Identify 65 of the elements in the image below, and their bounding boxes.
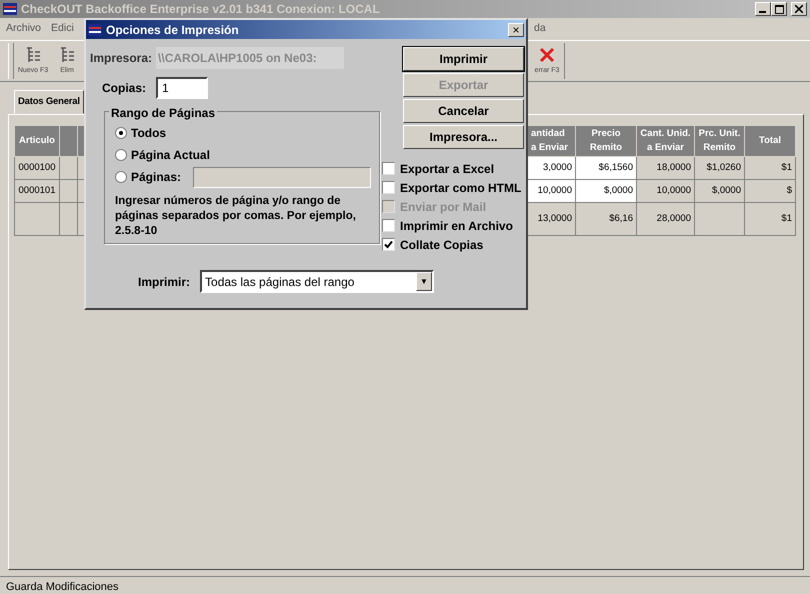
dialog-button[interactable]: Cancelar <box>403 99 524 123</box>
column-header: Cant. Unid. a Enviar <box>636 126 694 157</box>
close-button[interactable]: × <box>508 22 524 36</box>
table-cell: 18,0000 <box>636 156 694 180</box>
column-header: Prc. Unit. Remito <box>694 126 744 157</box>
dialog-button[interactable]: Impresora... <box>403 125 524 149</box>
print-label: Imprimir: <box>138 274 190 290</box>
printer-name: \\CAROLA\HP1005 on Ne03: <box>156 47 344 69</box>
radio-button[interactable] <box>115 127 127 139</box>
table-cell: 3,0000 <box>528 156 576 180</box>
window-title: CheckOUT Backoffice Enterprise v2.01 b341 Conexion: LOCAL <box>21 1 380 18</box>
menu-item[interactable]: Edici <box>51 21 74 37</box>
dialog-button[interactable]: Imprimir <box>403 47 524 71</box>
table-cell: 0000101 <box>14 180 60 203</box>
radio-button[interactable] <box>115 171 127 183</box>
app-icon <box>88 24 102 36</box>
table-cell: 0000100 <box>14 156 60 180</box>
menu-item[interactable]: da <box>534 21 810 37</box>
check-icon <box>384 240 393 249</box>
table-cell: $1,0260 <box>694 156 744 180</box>
table-cell: $1 <box>744 156 796 180</box>
checkbox-label[interactable]: Exportar a Excel <box>400 160 494 178</box>
column-header: Articulo <box>14 126 60 157</box>
radio-label[interactable]: Página Actual <box>131 146 210 164</box>
minimize-button[interactable] <box>755 2 771 16</box>
app-icon <box>3 3 17 15</box>
maximize-button[interactable] <box>771 2 787 16</box>
list-icon <box>58 46 76 64</box>
radio-button[interactable] <box>115 149 127 161</box>
close-icon <box>538 46 556 64</box>
copies-label: Copias: <box>102 80 146 97</box>
table-cell: $6,16 <box>576 202 636 236</box>
column-header: Total <box>744 126 796 157</box>
table-cell: $,0000 <box>694 180 744 203</box>
table-cell: 10,0000 <box>636 180 694 203</box>
table-cell: $1 <box>744 202 796 236</box>
maximize-icon <box>774 4 784 14</box>
copies-field[interactable]: 1 <box>156 77 208 99</box>
column-header: Precio Remito <box>576 126 636 157</box>
checkbox-label[interactable]: Collate Copias <box>400 236 484 254</box>
print-dropdown[interactable]: Todas las páginas del rango ▼ <box>200 270 434 293</box>
radio-label[interactable]: Páginas: <box>131 168 182 186</box>
list-icon <box>24 46 42 64</box>
checkbox-label[interactable]: Imprimir en Archivo <box>400 216 513 234</box>
column-header: antidad a Enviar <box>528 126 576 157</box>
tab[interactable]: Datos General <box>14 90 84 114</box>
status-text: Guarda Modificaciones <box>6 581 119 593</box>
radio-label[interactable]: Todos <box>131 124 166 142</box>
menu-item[interactable]: Archivo <box>6 21 42 37</box>
table-cell: $ <box>744 180 796 203</box>
dialog-title: Opciones de Impresión <box>106 22 239 38</box>
table-cell: 28,0000 <box>636 202 694 236</box>
help-text: Ingresar números de página y/o rango de páginas separados por comas. Por ejemplo, 2.5.8-10 <box>115 194 357 239</box>
close-icon <box>795 5 803 13</box>
checkbox[interactable] <box>382 219 395 232</box>
table-cell: 10,0000 <box>528 180 576 203</box>
table-cell: $6,1560 <box>576 156 636 180</box>
table-cell: $,0000 <box>576 180 636 203</box>
checkbox[interactable] <box>382 162 395 175</box>
close-button[interactable] <box>791 2 807 16</box>
checkbox[interactable] <box>382 238 395 251</box>
table-cell: 13,0000 <box>528 202 576 236</box>
printer-label: Impresora: <box>90 50 152 67</box>
pages-field[interactable] <box>193 166 372 188</box>
checkbox[interactable] <box>382 181 395 194</box>
